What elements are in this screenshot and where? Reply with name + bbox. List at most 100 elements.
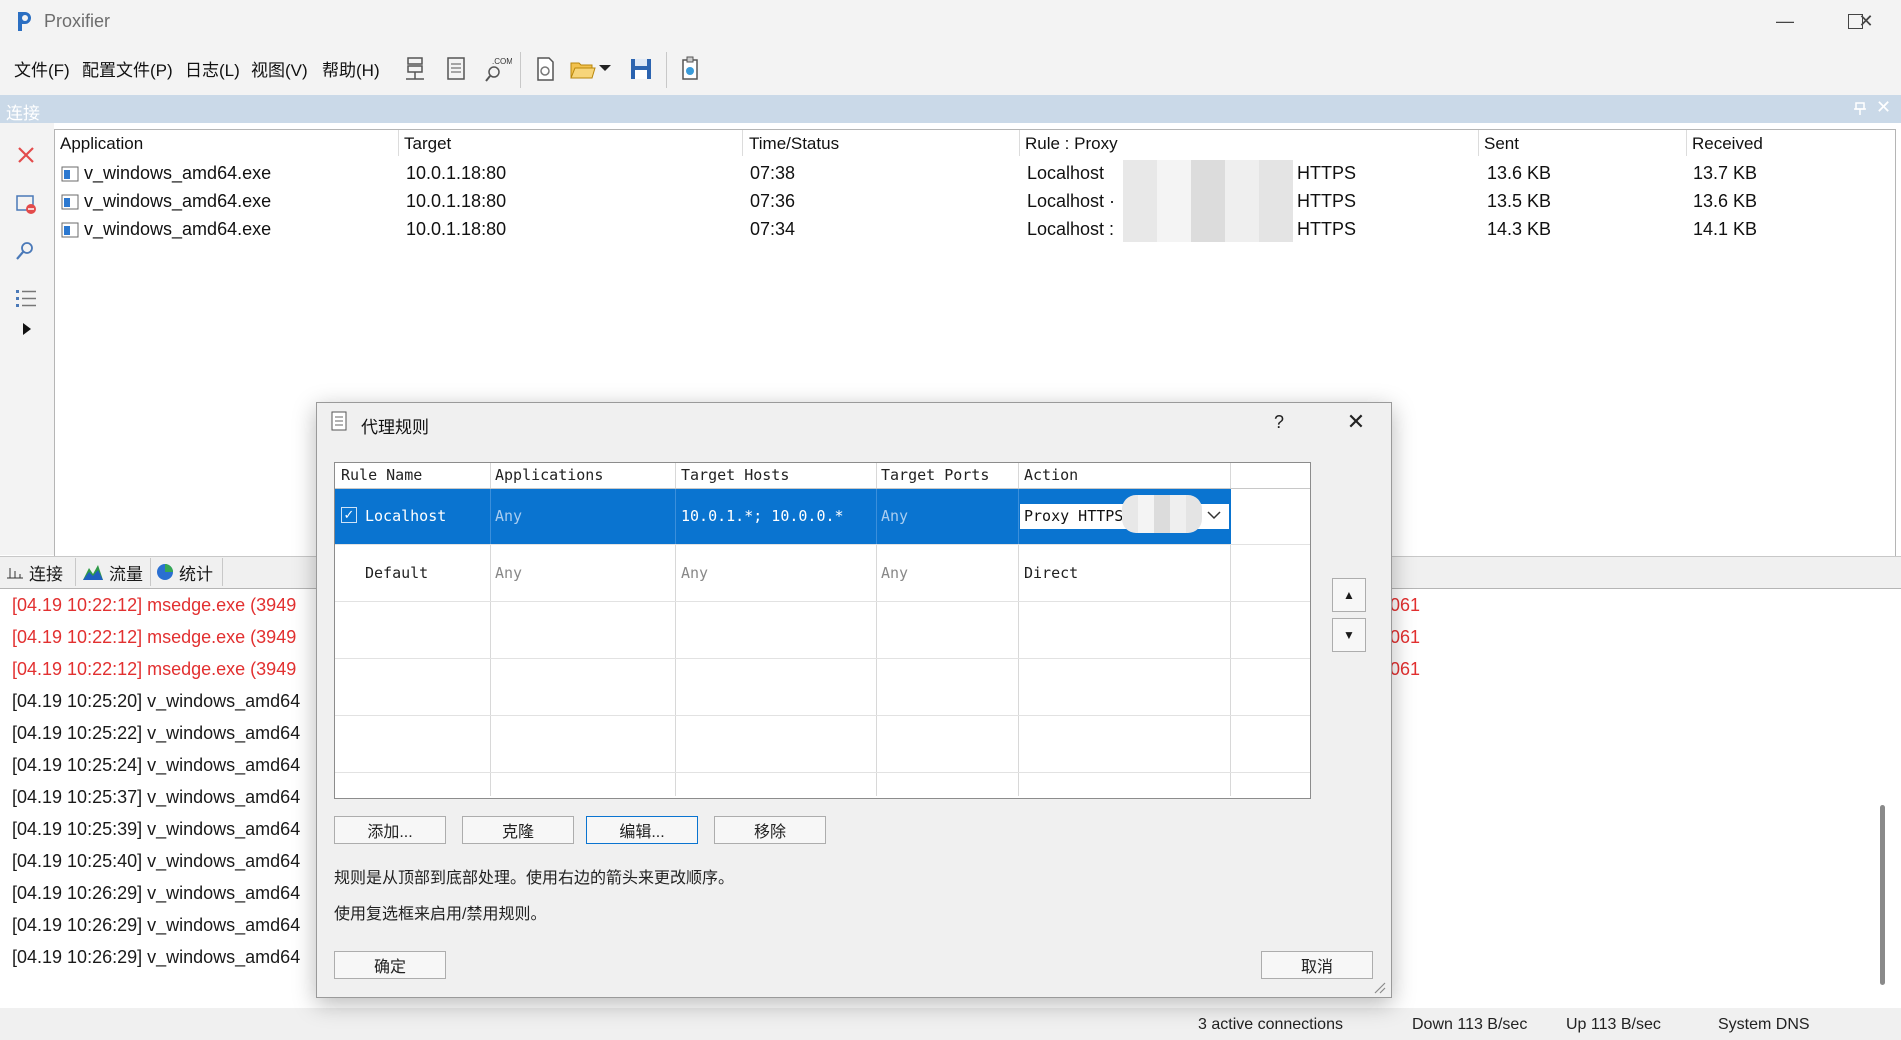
- rule-applications[interactable]: Any: [495, 564, 522, 582]
- list-options-icon[interactable]: [14, 287, 38, 311]
- table-row-target[interactable]: 10.0.1.18:80: [406, 191, 506, 212]
- table-row-time[interactable]: 07:38: [750, 163, 795, 184]
- open-profile-icon[interactable]: [568, 54, 598, 84]
- traffic-tab-icon: [83, 565, 103, 580]
- new-profile-icon[interactable]: [530, 54, 560, 84]
- toolbar-separator: [520, 52, 521, 88]
- table-row-app[interactable]: v_windows_amd64.exe: [84, 191, 271, 212]
- table-row-sent[interactable]: 13.5 KB: [1487, 191, 1551, 212]
- table-row-proxy[interactable]: HTTPS: [1297, 163, 1356, 184]
- log-scrollbar-thumb[interactable]: [1880, 805, 1885, 985]
- column-header-target-ports[interactable]: Target Ports: [881, 466, 989, 484]
- menu-log[interactable]: 日志(L): [185, 56, 240, 81]
- panel-close-icon[interactable]: ✕: [1876, 97, 1891, 118]
- rule-target-ports[interactable]: Any: [881, 564, 908, 582]
- table-row-target[interactable]: 10.0.1.18:80: [406, 219, 506, 240]
- tab-traffic[interactable]: 流量: [82, 558, 143, 586]
- remove-rule-button[interactable]: 移除: [714, 816, 826, 844]
- close-all-connections-icon[interactable]: [14, 192, 38, 216]
- close-icon: ✕: [1346, 409, 1366, 434]
- status-dns: System DNS: [1718, 1016, 1810, 1033]
- column-header-rule-name[interactable]: Rule Name: [341, 466, 422, 484]
- toolbar-separator: [666, 52, 667, 88]
- menu-profile[interactable]: 配置文件(P): [82, 56, 173, 81]
- add-rule-button[interactable]: 添加...: [334, 816, 446, 844]
- rule-target-hosts[interactable]: 10.0.1.*; 10.0.0.*: [681, 507, 844, 525]
- column-header-target-hosts[interactable]: Target Hosts: [681, 466, 789, 484]
- rule-name[interactable]: Localhost: [365, 507, 446, 525]
- column-header-target[interactable]: Target: [404, 134, 451, 154]
- log-line: [04.19 10:25:37] v_windows_amd64: [12, 787, 301, 807]
- table-row-time[interactable]: 07:36: [750, 191, 795, 212]
- table-row-received[interactable]: 14.1 KB: [1693, 219, 1757, 240]
- save-icon[interactable]: [626, 54, 656, 84]
- move-down-button[interactable]: ▼: [1332, 618, 1366, 652]
- tab-separator: [75, 558, 76, 586]
- status-down-speed: Down 113 B/sec: [1412, 1016, 1528, 1033]
- close-connection-icon[interactable]: [14, 143, 38, 167]
- name-resolution-icon[interactable]: .COM: [482, 54, 512, 84]
- rule-enabled-checkbox[interactable]: ✓: [341, 507, 357, 523]
- arrow-down-icon: ▼: [1343, 628, 1355, 642]
- rule-name[interactable]: Default: [365, 564, 428, 582]
- column-separator: [675, 489, 676, 544]
- log-line: [04.19 10:22:12] msedge.exe (3949: [12, 659, 297, 679]
- column-header-application[interactable]: Application: [60, 134, 143, 154]
- edit-rule-button[interactable]: 编辑...: [586, 816, 698, 844]
- table-row-rule[interactable]: Localhost ·: [1027, 191, 1115, 212]
- table-row-sent[interactable]: 14.3 KB: [1487, 219, 1551, 240]
- tab-connections[interactable]: 连接: [6, 558, 63, 586]
- table-row-proxy[interactable]: HTTPS: [1297, 219, 1356, 240]
- table-row-received[interactable]: 13.6 KB: [1693, 191, 1757, 212]
- help-button[interactable]: ?: [1274, 412, 1284, 433]
- column-header-rule-proxy[interactable]: Rule : Proxy: [1025, 134, 1118, 154]
- tab-statistics[interactable]: 统计: [156, 558, 213, 586]
- menu-help[interactable]: 帮助(H): [322, 56, 380, 81]
- tab-label: 统计: [179, 564, 213, 584]
- expand-arrow-icon[interactable]: [22, 322, 32, 336]
- tab-separator: [150, 558, 151, 586]
- chevron-down-icon[interactable]: [1207, 510, 1221, 520]
- chevron-down-icon[interactable]: [598, 63, 612, 73]
- table-row-proxy[interactable]: HTTPS: [1297, 191, 1356, 212]
- close-button[interactable]: ✕: [1831, 0, 1901, 43]
- resize-grip-icon[interactable]: [1370, 978, 1386, 994]
- find-icon[interactable]: [14, 239, 38, 263]
- column-header-received[interactable]: Received: [1692, 134, 1763, 154]
- menu-file[interactable]: 文件(F): [14, 56, 70, 81]
- column-header-applications[interactable]: Applications: [495, 466, 603, 484]
- proxifier-logo-icon: [18, 12, 31, 31]
- cancel-button[interactable]: 取消: [1261, 951, 1373, 979]
- connections-tab-icon: [7, 568, 23, 579]
- clone-rule-button[interactable]: 克隆: [462, 816, 574, 844]
- minimize-button[interactable]: —: [1750, 0, 1820, 43]
- status-active-connections: 3 active connections: [1198, 1016, 1343, 1033]
- table-row-target[interactable]: 10.0.1.18:80: [406, 163, 506, 184]
- table-row-rule[interactable]: Localhost: [1027, 163, 1104, 184]
- column-header-action[interactable]: Action: [1024, 466, 1078, 484]
- table-row-sent[interactable]: 13.6 KB: [1487, 163, 1551, 184]
- column-header-sent[interactable]: Sent: [1484, 134, 1519, 154]
- column-separator: [742, 130, 743, 156]
- ok-button[interactable]: 确定: [334, 951, 446, 979]
- proxy-servers-icon[interactable]: [400, 54, 430, 84]
- pin-icon[interactable]: [1852, 101, 1868, 117]
- column-header-time-status[interactable]: Time/Status: [749, 134, 839, 154]
- rule-action[interactable]: Direct: [1024, 564, 1078, 582]
- move-up-button[interactable]: ▲: [1332, 578, 1366, 612]
- proxy-rules-icon[interactable]: [441, 54, 471, 84]
- table-row-rule[interactable]: Localhost :: [1027, 219, 1114, 240]
- clipboard-icon[interactable]: [675, 54, 705, 84]
- table-row-app[interactable]: v_windows_amd64.exe: [84, 219, 271, 240]
- column-separator: [1019, 130, 1020, 156]
- table-row-time[interactable]: 07:34: [750, 219, 795, 240]
- rule-target-hosts[interactable]: Any: [681, 564, 708, 582]
- rule-target-ports[interactable]: Any: [881, 507, 908, 525]
- dialog-close-button[interactable]: ✕: [1342, 408, 1370, 436]
- table-row-app[interactable]: v_windows_amd64.exe: [84, 163, 271, 184]
- menu-view[interactable]: 视图(V): [251, 56, 308, 81]
- log-line: [04.19 10:26:29] v_windows_amd64: [12, 915, 301, 935]
- svg-text:.COM: .COM: [492, 57, 512, 66]
- table-row-received[interactable]: 13.7 KB: [1693, 163, 1757, 184]
- rule-applications[interactable]: Any: [495, 507, 522, 525]
